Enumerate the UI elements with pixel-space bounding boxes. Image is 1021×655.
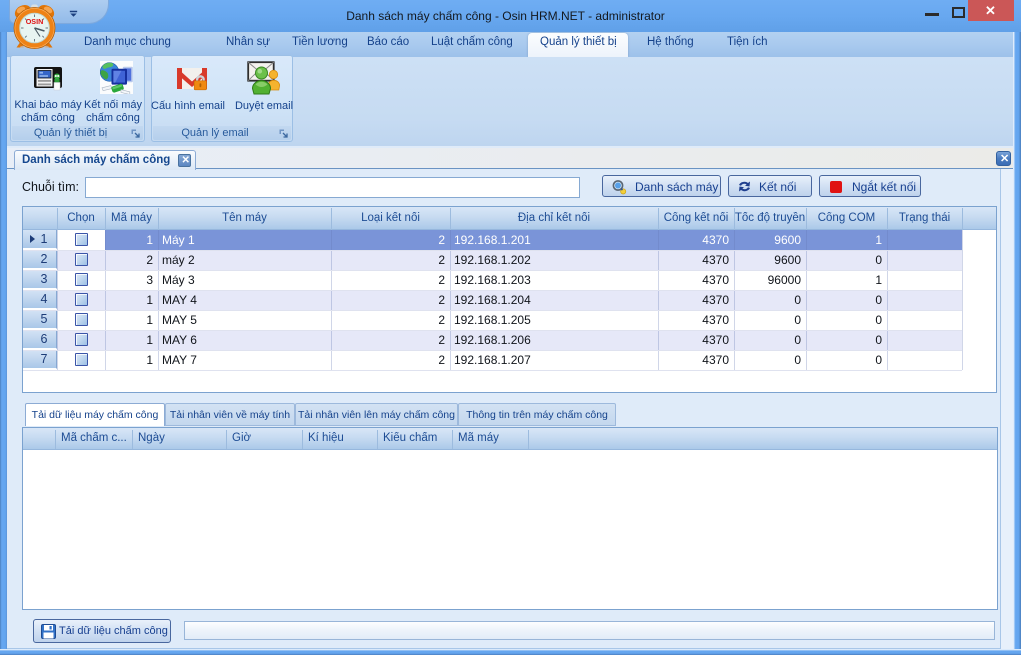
- svg-text:OSIN: OSIN: [26, 17, 44, 26]
